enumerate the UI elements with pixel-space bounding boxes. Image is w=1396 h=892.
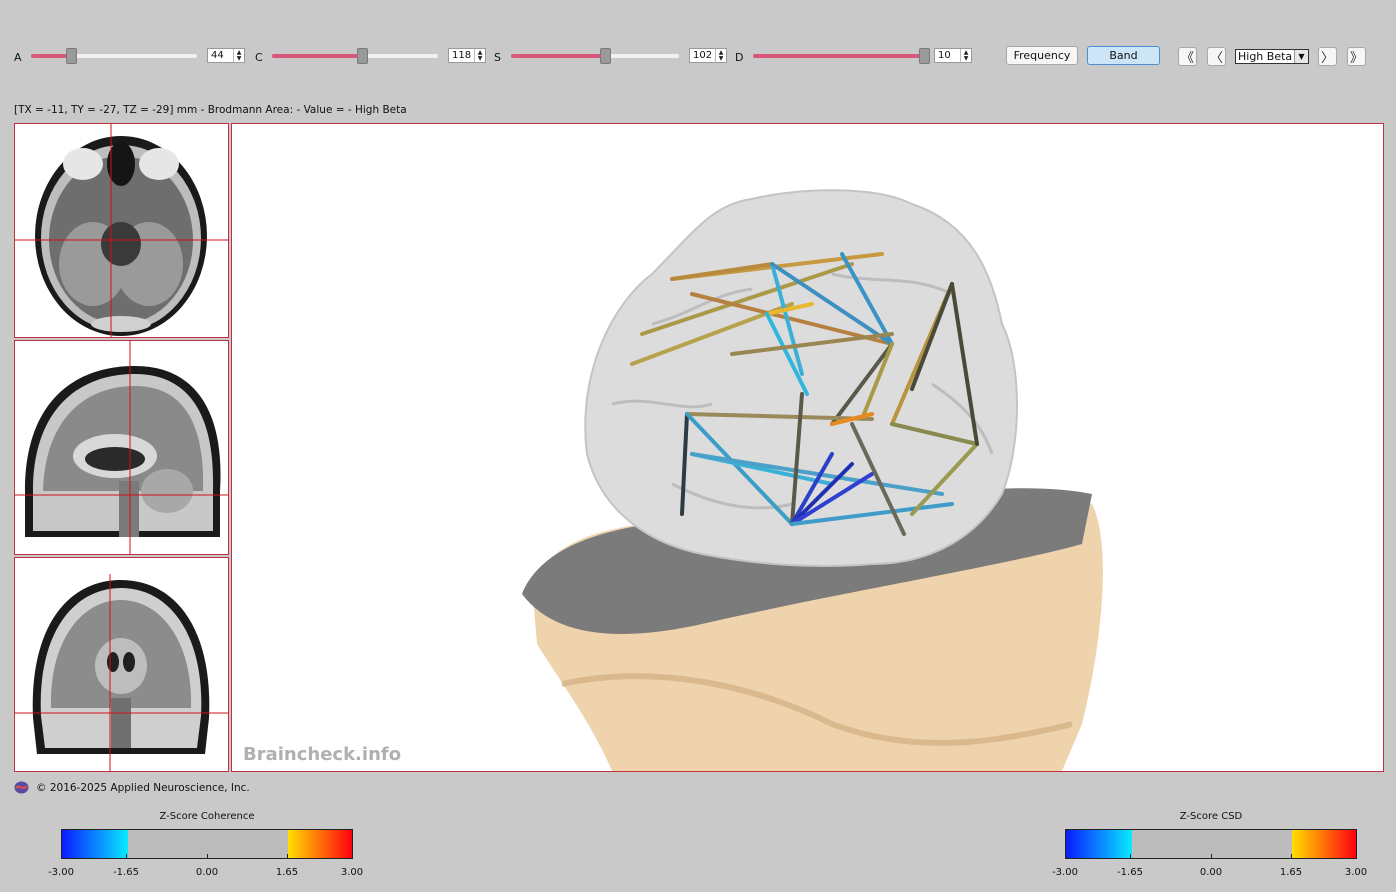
copyright: © 2016-2025 Applied Neuroscience, Inc. [36, 782, 250, 794]
slider-d-label: D [735, 51, 744, 64]
sagittal-slice-panel[interactable] [14, 340, 229, 555]
colorbar-tick-label: -1.65 [113, 867, 139, 878]
app-logo-icon [14, 780, 29, 795]
slider-s-spinbox[interactable]: 102 ▲ ▼ [689, 48, 727, 63]
spin-arrows-icon[interactable]: ▲ ▼ [960, 49, 971, 62]
slider-d-spinbox[interactable]: 10 ▲ ▼ [934, 48, 972, 63]
prev-band-button[interactable]: 〈 [1207, 47, 1226, 66]
band-button[interactable]: Band [1087, 46, 1160, 65]
brain-3d-view[interactable]: Braincheck.info [231, 123, 1384, 772]
colorbar-tick-label: 1.65 [275, 867, 299, 878]
coronal-slice-image[interactable] [15, 558, 228, 771]
chevron-right-icon: 〉 [1320, 51, 1334, 66]
coronal-slice-panel[interactable] [14, 557, 229, 772]
slider-a[interactable] [31, 48, 197, 64]
slider-d-thumb[interactable] [919, 48, 930, 64]
colorbar-tick-label: -1.65 [1117, 867, 1143, 878]
chevron-left-icon: 〈 [1209, 51, 1223, 66]
frequency-button[interactable]: Frequency [1006, 46, 1078, 65]
slider-s-label: S [494, 51, 501, 64]
colorbar-tick-label: 3.00 [340, 867, 364, 878]
slider-a-thumb[interactable] [66, 48, 77, 64]
spin-arrows-icon[interactable]: ▲ ▼ [715, 49, 726, 62]
colorbar-coherence-title: Z-Score Coherence [159, 811, 255, 822]
axial-slice-panel[interactable] [14, 123, 229, 338]
slider-c-label: C [255, 51, 263, 64]
axial-slice-image[interactable] [15, 124, 228, 337]
watermark: Braincheck.info [243, 744, 401, 765]
colorbar-tick-label: 3.00 [1344, 867, 1368, 878]
dropdown-arrow-icon[interactable]: ▼ [1294, 50, 1308, 63]
slider-a-label: A [14, 51, 22, 64]
colorbar-tick-label: -3.00 [48, 867, 74, 878]
slider-a-spinbox[interactable]: 44 ▲ ▼ [207, 48, 245, 63]
slider-c[interactable] [272, 48, 438, 64]
coordinate-status: [TX = -11, TY = -27, TZ = -29] mm - Brod… [14, 104, 407, 116]
slider-d[interactable] [753, 48, 930, 64]
colorbar-tick-label: 0.00 [195, 867, 219, 878]
colorbar-csd-title: Z-Score CSD [1179, 811, 1243, 822]
spin-arrows-icon[interactable]: ▲ ▼ [233, 49, 244, 62]
slider-c-thumb[interactable] [357, 48, 368, 64]
colorbar-tick-label: 1.65 [1279, 867, 1303, 878]
next-band-button[interactable]: 〉 [1318, 47, 1337, 66]
brain-3d-render[interactable]: Braincheck.info [232, 124, 1383, 771]
double-chevron-left-icon: 《 [1180, 51, 1194, 66]
sagittal-slice-image[interactable] [15, 341, 228, 554]
slider-c-spinbox[interactable]: 118 ▲ ▼ [448, 48, 486, 63]
double-chevron-right-icon: 》 [1349, 51, 1363, 66]
colorbar-tick-label: -3.00 [1052, 867, 1078, 878]
colorbar-tick-label: 0.00 [1199, 867, 1223, 878]
spin-arrows-icon[interactable]: ▲ ▼ [474, 49, 485, 62]
last-band-button[interactable]: 》 [1347, 47, 1366, 66]
band-select[interactable]: High Beta ▼ [1235, 49, 1309, 64]
slider-s[interactable] [511, 48, 679, 64]
first-band-button[interactable]: 《 [1178, 47, 1197, 66]
slider-s-thumb[interactable] [600, 48, 611, 64]
